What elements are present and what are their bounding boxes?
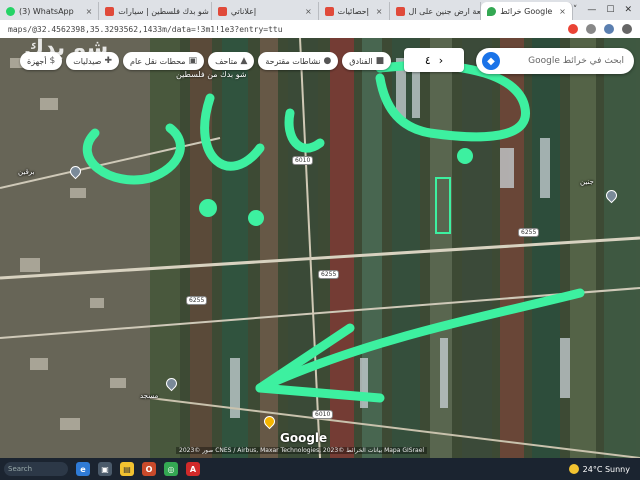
tab-whatsapp[interactable]: (3) WhatsApp ×	[0, 2, 100, 20]
atm-icon: $	[49, 56, 56, 66]
chip-label: متاحف	[215, 56, 238, 66]
close-icon[interactable]: ×	[559, 7, 566, 16]
browser-toolbar	[568, 24, 640, 34]
site-icon	[105, 6, 115, 16]
chevron-right-icon[interactable]: ›	[439, 54, 443, 67]
directions-button[interactable]: ◆	[482, 52, 500, 70]
chip-label: محطات نقل عام	[129, 56, 186, 66]
whatsapp-icon	[6, 6, 15, 16]
map-attribution[interactable]: صور ©2023 CNES / Airbus, Maxar Technolog…	[176, 447, 428, 454]
tab-title: قطعة ارض جنين على ال	[408, 6, 481, 16]
museum-icon: ▲	[240, 56, 248, 66]
road-number-badge: 6255	[518, 228, 540, 237]
chip-value: ٤	[424, 53, 431, 67]
tab-title: خرائط Google	[500, 6, 553, 16]
tab-cars[interactable]: شو بدك فلسطين | سيارات ×	[99, 2, 212, 20]
close-window-icon[interactable]: ✕	[624, 5, 632, 15]
url-field[interactable]: maps/@32.4562398,35.3293562,1433m/data=!…	[8, 25, 528, 34]
taskbar-search[interactable]: Search	[4, 462, 68, 476]
maximize-icon[interactable]: ☐	[606, 5, 614, 15]
close-icon[interactable]: ×	[376, 7, 383, 16]
directions-icon: ◆	[487, 55, 495, 67]
weather-text: 24°C Sunny	[582, 464, 630, 474]
search-input[interactable]: ابحث في خرائط Google	[528, 56, 634, 66]
chip-museums[interactable]: ▲ متاحف	[208, 52, 255, 70]
tab-google-maps[interactable]: خرائط Google ×	[481, 2, 573, 20]
taskbar: Search e ▣ ▤ O ◎ A 24°C Sunny	[0, 458, 640, 480]
close-icon[interactable]: ×	[86, 7, 93, 16]
profile-icon[interactable]	[604, 24, 614, 34]
bus-icon: ▣	[188, 56, 198, 66]
camera-icon: ●	[323, 56, 332, 66]
tab-title: (3) WhatsApp	[19, 6, 74, 16]
chip-transit[interactable]: ▣ محطات نقل عام	[122, 52, 205, 70]
chrome-icon[interactable]: ◎	[164, 462, 178, 476]
folder-icon[interactable]: ▤	[120, 462, 134, 476]
browser-tab-strip: (3) WhatsApp × شو بدك فلسطين | سيارات × …	[0, 0, 640, 20]
extension-icon[interactable]	[586, 24, 596, 34]
chip-hotels[interactable]: ■ الفنادق	[342, 52, 392, 70]
road-number-badge: 6010	[312, 410, 334, 419]
road-number-badge: 6255	[318, 270, 340, 279]
window-controls: ˅ — ☐ ✕	[573, 0, 640, 20]
site-watermark-caption: شو بدك من فلسطين	[176, 70, 247, 79]
chip-label: أجهزة	[27, 56, 47, 66]
acrobat-icon[interactable]: A	[186, 462, 200, 476]
maps-search-box[interactable]: ابحث في خرائط Google ◆	[476, 48, 634, 74]
chip-pharmacies[interactable]: ✚ صيدليات	[66, 52, 119, 70]
tab-title: إحصائيات	[337, 6, 369, 16]
tab-title: شو بدك فلسطين | سيارات	[118, 6, 209, 16]
place-label[interactable]: مسجد	[140, 392, 158, 400]
office-icon[interactable]: O	[142, 462, 156, 476]
site-icon	[217, 6, 227, 16]
satellite-imagery	[0, 38, 640, 458]
hotel-icon: ■	[375, 56, 385, 66]
chip-label: نشاطات مقترحة	[265, 56, 321, 66]
satellite-map[interactable]: 6010 6255 6255 6255 6010 برقين مسجد جنين	[0, 38, 640, 458]
edge-icon[interactable]: e	[76, 462, 90, 476]
menu-icon[interactable]	[622, 24, 632, 34]
close-icon[interactable]: ×	[305, 7, 312, 16]
chip-activities[interactable]: ● نشاطات مقترحة	[258, 52, 339, 70]
tab-land-listing[interactable]: قطعة ارض جنين على ال ×	[390, 2, 482, 20]
chip-label: صيدليات	[73, 56, 102, 66]
minimize-icon[interactable]: —	[587, 5, 596, 15]
taskview-icon[interactable]: ▣	[98, 462, 112, 476]
tab-list-icon[interactable]: ˅	[573, 5, 578, 15]
tab-statistics[interactable]: إحصائيات ×	[319, 2, 390, 20]
place-label[interactable]: جنين	[580, 178, 594, 186]
google-maps-icon	[487, 6, 497, 16]
category-chips: ■ الفنادق ● نشاطات مقترحة ▲ متاحف ▣ محطات نق…	[20, 52, 392, 70]
tab-my-ads[interactable]: إعلاناتي ×	[212, 2, 319, 20]
sun-icon	[568, 464, 579, 474]
site-icon	[324, 6, 334, 16]
chip-atm[interactable]: $ أجهزة	[20, 52, 63, 70]
place-label[interactable]: برقين	[18, 168, 35, 176]
tab-title: إعلاناتي	[230, 6, 257, 16]
google-icon[interactable]	[568, 24, 578, 34]
road-number-badge: 6255	[186, 296, 208, 305]
road-number-badge: 6010	[292, 156, 314, 165]
chip-label: الفنادق	[349, 56, 373, 66]
google-logo: Google	[280, 431, 328, 445]
site-icon	[395, 6, 405, 16]
search-chip[interactable]: ٤ ›	[404, 48, 464, 72]
pharmacy-icon: ✚	[104, 56, 112, 66]
weather-widget[interactable]: 24°C Sunny	[568, 464, 640, 474]
